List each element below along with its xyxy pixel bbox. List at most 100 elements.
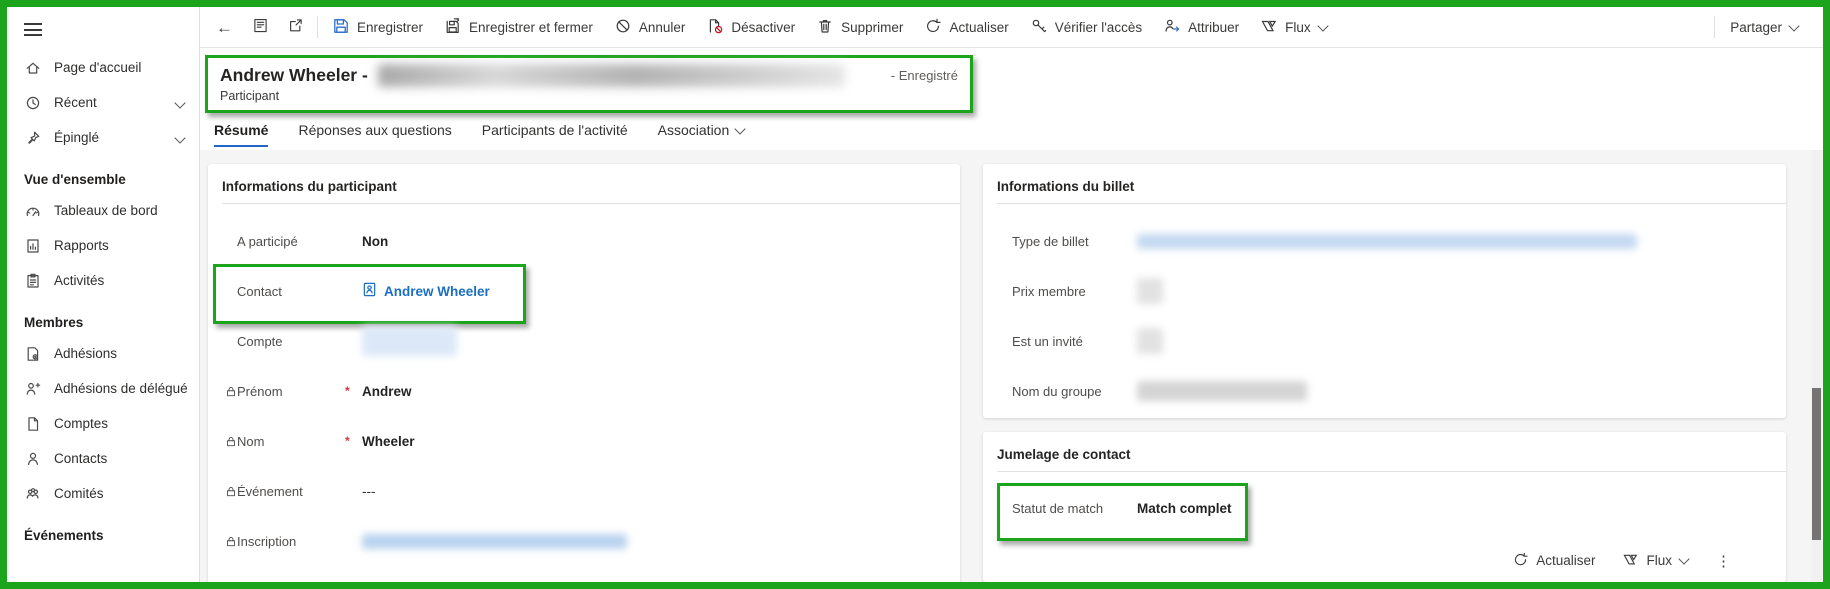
chevron-down-icon[interactable] — [174, 130, 186, 145]
save-button[interactable]: Enregistrer — [322, 10, 434, 44]
delete-button-label: Supprimer — [841, 19, 904, 35]
check-access-button[interactable]: Vérifier l'accès — [1020, 10, 1153, 44]
flow-icon — [1623, 552, 1638, 570]
tab-association[interactable]: Association — [657, 122, 746, 145]
command-bar: ← Enregistrer Enregistrer et fermer Annu… — [200, 7, 1823, 48]
tab-label: Résumé — [214, 122, 269, 138]
people-group-icon — [24, 485, 41, 502]
toolbar-divider — [317, 16, 318, 38]
field-value[interactable]: Andrew — [362, 384, 412, 399]
field-evenement: Événement --- — [208, 466, 960, 516]
field-contact: Contact Andrew Wheeler — [208, 264, 960, 324]
field-prenom: Prénom * Andrew — [208, 366, 960, 416]
field-label: Inscription — [237, 533, 297, 549]
redacted-value — [362, 533, 627, 549]
sidebar-item-pinned[interactable]: Épinglé — [7, 120, 199, 155]
field-label: A participé — [237, 233, 298, 249]
home-icon — [24, 59, 41, 76]
lock-icon — [225, 435, 237, 448]
record-entity-type: Participant — [220, 89, 280, 103]
contact-link-label: Andrew Wheeler — [384, 283, 490, 299]
field-label: Compte — [237, 333, 283, 349]
save-and-close-button-label: Enregistrer et fermer — [469, 19, 593, 35]
field-value[interactable]: Wheeler — [362, 434, 415, 449]
subgrid-flow-button[interactable]: Flux — [1623, 552, 1690, 570]
field-label: Événement — [237, 483, 303, 499]
sidebar-item-activities[interactable]: Activités — [7, 263, 199, 298]
sidebar-item-committees[interactable]: Comités — [7, 476, 199, 511]
record-title: Andrew Wheeler - — [220, 65, 368, 85]
tab-label: Association — [657, 122, 730, 138]
vertical-scrollbar[interactable] — [1811, 150, 1822, 582]
sidebar-item-label: Récent — [54, 95, 97, 110]
field-value[interactable]: Non — [362, 234, 388, 249]
sidebar-item-memberships[interactable]: Adhésions — [7, 336, 199, 371]
sidebar-item-label: Tableaux de bord — [54, 203, 158, 218]
assign-button[interactable]: Attribuer — [1153, 10, 1250, 44]
deactivate-button-label: Désactiver — [731, 19, 796, 35]
subgrid-refresh-button[interactable]: Actualiser — [1513, 552, 1595, 570]
chevron-down-icon[interactable] — [174, 95, 186, 110]
save-icon — [333, 18, 349, 37]
deactivate-button[interactable]: Désactiver — [696, 10, 806, 44]
cancel-button[interactable]: Annuler — [604, 10, 697, 44]
sidebar-item-delegate-memberships[interactable]: Adhésions de délégué — [7, 371, 199, 406]
ticket-info-card: Informations du billet Type de billet Pr… — [983, 164, 1786, 418]
field-label: Contact — [237, 283, 282, 299]
tab-participants-activite[interactable]: Participants de l'activité — [482, 122, 628, 145]
flow-button[interactable]: Flux — [1250, 10, 1338, 44]
assign-button-label: Attribuer — [1188, 19, 1240, 35]
hamburger-menu-icon[interactable] — [24, 23, 42, 36]
toolbar-divider — [1714, 16, 1716, 38]
sidebar-item-dashboards[interactable]: Tableaux de bord — [7, 193, 199, 228]
field-est-un-invite: Est un invité — [983, 316, 1786, 366]
back-button[interactable]: ← — [206, 10, 243, 44]
membership-badge-icon — [24, 345, 41, 362]
scrollbar-thumb[interactable] — [1812, 388, 1821, 540]
sidebar-item-label: Comités — [54, 486, 104, 501]
app-window: Page d'accueil Récent Épinglé Vue d'ense… — [0, 0, 1830, 589]
sidebar-item-accounts[interactable]: Comptes — [7, 406, 199, 441]
sidebar-item-label: Activités — [54, 273, 105, 288]
report-icon — [24, 237, 41, 254]
lock-icon — [225, 485, 237, 498]
right-column: Informations du billet Type de billet Pr… — [983, 164, 1786, 582]
save-close-icon — [445, 17, 461, 37]
field-label: Prix membre — [1012, 283, 1086, 299]
form-selector-button[interactable] — [243, 10, 278, 44]
tab-resume[interactable]: Résumé — [214, 122, 269, 147]
form-tabs: Résumé Réponses aux questions Participan… — [200, 113, 1823, 150]
open-in-new-window-icon — [288, 18, 303, 36]
sidebar-item-reports[interactable]: Rapports — [7, 228, 199, 263]
section-title: Informations du billet — [997, 179, 1135, 194]
participant-info-card: Informations du participant A participé … — [208, 164, 960, 582]
sidebar: Page d'accueil Récent Épinglé Vue d'ense… — [7, 7, 200, 582]
sidebar-item-recent[interactable]: Récent — [7, 85, 199, 120]
tab-reponses[interactable]: Réponses aux questions — [298, 122, 451, 145]
delete-button[interactable]: Supprimer — [806, 10, 914, 44]
sidebar-section-events: Événements — [24, 528, 104, 543]
section-title: Informations du participant — [222, 179, 397, 194]
field-value[interactable]: --- — [362, 484, 376, 499]
contact-lookup-link[interactable]: Andrew Wheeler — [362, 282, 490, 300]
popout-button[interactable] — [278, 10, 313, 44]
field-nom: Nom * Wheeler — [208, 416, 960, 466]
field-type-de-billet: Type de billet — [983, 216, 1786, 266]
share-button[interactable]: Partager — [1719, 10, 1809, 44]
save-button-label: Enregistrer — [357, 19, 424, 35]
sidebar-item-label: Adhésions — [54, 346, 118, 361]
sidebar-item-label: Comptes — [54, 416, 109, 431]
sidebar-item-home[interactable]: Page d'accueil — [7, 50, 199, 85]
refresh-button[interactable]: Actualiser — [914, 10, 1019, 44]
pin-icon — [24, 129, 41, 146]
more-commands-icon[interactable]: ⋮ — [1716, 552, 1731, 570]
sidebar-section-overview: Vue d'ensemble — [24, 172, 126, 187]
match-status-value[interactable]: Match complet — [1137, 501, 1232, 516]
save-and-close-button[interactable]: Enregistrer et fermer — [434, 10, 604, 44]
dashboard-icon — [24, 202, 41, 219]
tab-label: Réponses aux questions — [298, 122, 452, 138]
field-label: Nom du groupe — [1012, 383, 1102, 399]
sidebar-item-contacts[interactable]: Contacts — [7, 441, 199, 476]
cancel-button-label: Annuler — [638, 19, 686, 35]
field-label: Statut de match — [1012, 501, 1104, 517]
